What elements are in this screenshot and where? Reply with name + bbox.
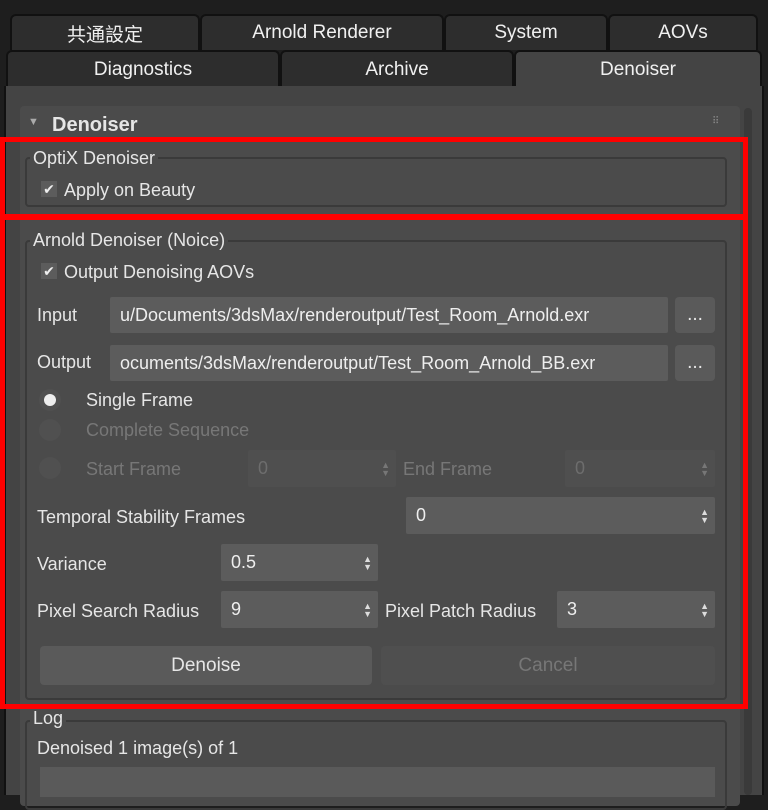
tab-diagnostics[interactable]: Diagnostics: [6, 50, 280, 88]
log-title: Log: [30, 708, 67, 729]
tab-archive[interactable]: Archive: [280, 50, 514, 88]
tab-common-settings[interactable]: 共通設定: [10, 14, 200, 50]
tab-aovs[interactable]: AOVs: [608, 14, 758, 50]
tab-system[interactable]: System: [444, 14, 608, 50]
log-message: Denoised 1 image(s) of 1: [37, 738, 239, 758]
collapse-triangle-icon[interactable]: ▼: [28, 116, 39, 128]
drag-handle-icon[interactable]: ⠿: [712, 116, 719, 127]
highlight-arnold: [0, 215, 748, 709]
rollout-title[interactable]: Denoiser: [52, 114, 138, 137]
tab-denoiser[interactable]: Denoiser: [514, 50, 762, 88]
tab-arnold-renderer[interactable]: Arnold Renderer: [200, 14, 444, 50]
log-text-area[interactable]: [40, 767, 715, 797]
highlight-optix: [0, 137, 748, 219]
